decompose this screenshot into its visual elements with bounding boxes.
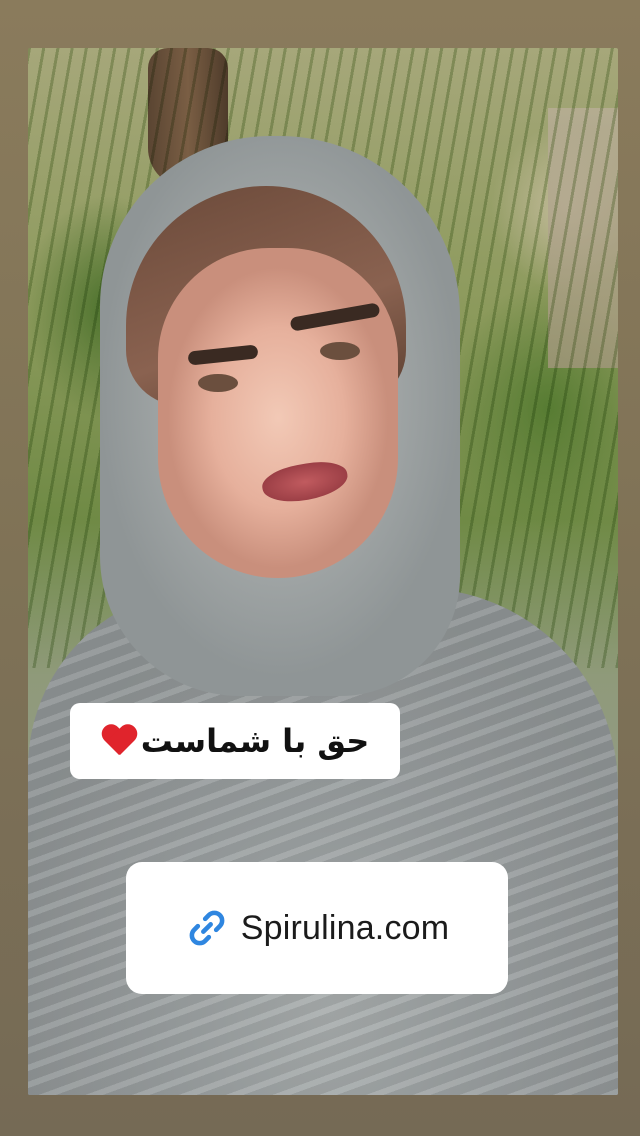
link-sticker[interactable]: Spirulina.com: [126, 862, 508, 994]
text-sticker-label: حق با شماست: [140, 722, 370, 760]
text-sticker[interactable]: حق با شماست: [70, 703, 400, 779]
link-sticker-label: Spirulina.com: [240, 908, 450, 947]
story-frame: حق با شماست Spirulina.com: [0, 0, 640, 1136]
left-eye: [198, 374, 238, 392]
heart-emoji-icon: [101, 725, 137, 757]
link-icon: [189, 910, 225, 946]
face: [158, 248, 398, 578]
right-eye: [320, 342, 360, 360]
